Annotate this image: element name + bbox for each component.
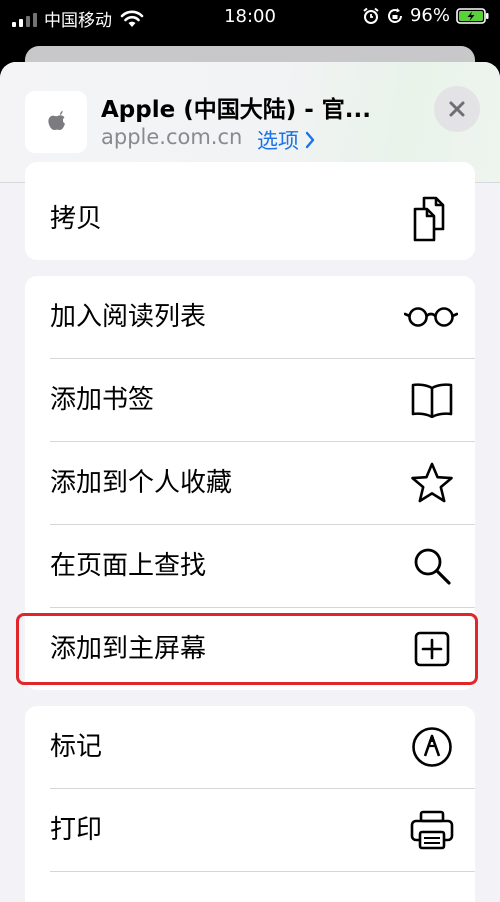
site-favicon [25,91,87,153]
star-icon [409,460,455,506]
markup-label: 标记 [50,732,103,762]
markup-pen-icon [409,724,455,770]
menu-item-print[interactable]: 打印 [25,789,475,871]
copy-icon [409,196,455,242]
share-sheet: Apple (中国大陆) - 官... apple.com.cn 选项 拷贝 加… [0,62,500,902]
options-label: 选项 [257,129,299,153]
book-icon [409,377,455,423]
menu-item-favorites[interactable]: 添加到个人收藏 [25,442,475,524]
status-bar: 中国移动 18:00 96% [0,0,500,40]
status-right: 96% [362,5,490,26]
close-icon [449,101,465,117]
rotation-lock-icon [388,7,402,23]
close-button[interactable] [434,86,480,132]
apple-logo-icon [48,110,65,131]
printer-icon [409,807,455,853]
markup-group: 标记 打印 [25,706,475,902]
copy-group: 拷贝 [25,162,475,260]
menu-item-markup[interactable]: 标记 [25,706,475,788]
menu-item-bookmark[interactable]: 添加书签 [25,359,475,441]
copy-label: 拷贝 [50,204,103,234]
bookmark-label: 添加书签 [50,385,155,415]
page-title: Apple (中国大陆) - 官... [101,97,372,123]
page-domain: apple.com.cn [101,125,243,149]
menu-item-copy[interactable]: 拷贝 [25,178,475,260]
menu-item-reading-list[interactable]: 加入阅读列表 [25,276,475,358]
reading-list-label: 加入阅读列表 [50,302,207,332]
glasses-icon [403,294,459,340]
options-link[interactable]: 选项 [257,125,315,155]
find-label: 在页面上查找 [50,551,207,581]
highlight-box [16,613,478,685]
battery-percentage: 96% [409,5,450,26]
search-icon [409,543,455,589]
battery-charging-icon [456,7,489,24]
divider [50,871,475,872]
alarm-icon [363,7,379,24]
menu-item-find-on-page[interactable]: 在页面上查找 [25,525,475,607]
print-label: 打印 [50,815,103,845]
chevron-right-icon [305,131,315,149]
favorites-label: 添加到个人收藏 [50,468,233,498]
